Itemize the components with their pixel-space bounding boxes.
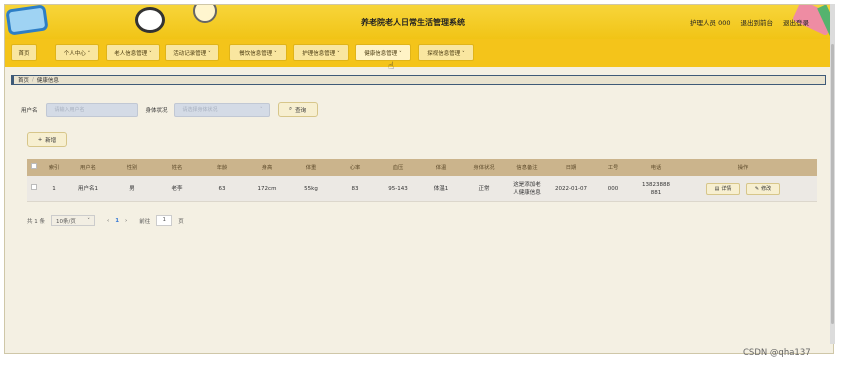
detail-button[interactable]: ▤ 详情 <box>706 182 740 195</box>
username-label: 用户名 <box>21 107 38 114</box>
query-label: 查询 <box>295 107 307 114</box>
table-cell: 172cm <box>257 185 277 192</box>
circle-decoration-icon <box>193 5 217 23</box>
header-actions: 护理人员 000 退出到前台 退出登录 <box>690 17 809 27</box>
tablet-decoration-icon <box>5 5 49 36</box>
pagination: 共 1 条 10条/页 ˅ ‹ 1 › 前往 1 页 <box>27 215 184 226</box>
col-header: 身体状况 <box>473 164 495 171</box>
search-icon: ⌕ <box>288 106 293 112</box>
username-placeholder: 请输入用户名 <box>54 107 85 113</box>
edit-button[interactable]: ✎ 修改 <box>746 182 780 195</box>
col-header: 日期 <box>565 164 577 171</box>
health-status-select[interactable]: 请选择身体状况 ˅ <box>173 102 270 117</box>
row-actions: ▤ 详情 ✎ 修改 <box>679 182 807 195</box>
col-header: 性别 <box>126 164 138 171</box>
table-cell: 这是添加老人健康信息 <box>513 181 541 196</box>
table-row: 1 用户名1 男 老李 63 172cm 55kg 83 95-143 体温1 … <box>27 176 817 202</box>
total-count: 共 1 条 <box>27 218 45 225</box>
nav-health-info[interactable]: 健康信息管理 ˅ <box>355 44 411 61</box>
health-info-table: 索引 用户名 性别 姓名 年龄 身高 体重 心率 血压 体温 身体状况 信息备注… <box>27 159 817 202</box>
col-header: 索引 <box>48 164 60 171</box>
col-header: 年龄 <box>216 164 228 171</box>
table-cell: 体温1 <box>433 185 449 192</box>
table-cell: 13823888881 <box>642 181 670 196</box>
egg-decoration-icon <box>135 7 165 33</box>
chevron-down-icon: ˅ <box>87 217 90 224</box>
health-status-label: 身体状况 <box>145 107 168 114</box>
detail-label: 详情 <box>721 185 732 192</box>
next-page-button[interactable]: › <box>125 218 127 224</box>
vertical-scrollbar[interactable] <box>830 4 835 344</box>
table-cell: 用户名1 <box>78 185 98 192</box>
col-header: 身高 <box>261 164 273 171</box>
col-header: 工号 <box>607 164 619 171</box>
edit-label: 修改 <box>761 185 772 192</box>
breadcrumb-separator: / <box>32 77 34 83</box>
col-header: 体温 <box>435 164 447 171</box>
table-header: 索引 用户名 性别 姓名 年龄 身高 体重 心率 血压 体温 身体状况 信息备注… <box>27 159 817 176</box>
table-cell: 63 <box>218 185 226 192</box>
watermark: CSDN @qha137 <box>743 348 811 358</box>
chevron-down-icon: ˅ <box>260 106 263 113</box>
page-number-current[interactable]: 1 <box>115 218 119 224</box>
table-cell: 000 <box>607 185 619 192</box>
nav-activity-records[interactable]: 活动记录管理 ˅ <box>165 44 219 61</box>
list-icon: ▤ <box>714 185 720 192</box>
col-header: 操作 <box>737 164 749 171</box>
col-header: 用户名 <box>80 164 96 171</box>
health-status-placeholder: 请选择身体状况 <box>182 107 218 113</box>
select-all-cell <box>27 163 41 172</box>
goto-label: 前往 <box>139 218 151 225</box>
col-header: 心率 <box>349 164 361 171</box>
nav-care-info[interactable]: 护理信息管理 ˅ <box>293 44 349 61</box>
table-cell: 95-143 <box>388 185 408 192</box>
pencil-icon: ✎ <box>754 185 760 192</box>
scrollbar-thumb[interactable] <box>831 44 834 324</box>
add-button[interactable]: + 新增 <box>27 132 67 147</box>
nav-elder-info[interactable]: 老人信息管理 ˅ <box>106 44 160 61</box>
add-label: 新增 <box>45 137 57 144</box>
username-input[interactable]: 请输入用户名 <box>45 102 138 117</box>
current-user[interactable]: 护理人员 000 <box>690 17 730 27</box>
breadcrumb-home[interactable]: 首页 <box>18 76 29 84</box>
table-cell: 55kg <box>304 185 318 192</box>
table-cell: 83 <box>351 185 359 192</box>
goto-page-input[interactable]: 1 <box>156 215 173 226</box>
app-title: 养老院老人日常生活管理系统 <box>361 18 465 27</box>
col-header: 血压 <box>392 164 404 171</box>
row-select-cell <box>27 184 41 193</box>
nav-personal-center[interactable]: 个人中心 ˅ <box>55 44 99 61</box>
hand-cursor-icon: ☝ <box>388 61 395 72</box>
row-checkbox[interactable] <box>31 184 37 190</box>
col-header: 姓名 <box>171 164 183 171</box>
nav-visit-info[interactable]: 探视信息管理 ˅ <box>418 44 474 61</box>
breadcrumb: 首页 / 健康信息 <box>11 75 826 85</box>
prev-page-button[interactable]: ‹ <box>107 218 109 224</box>
header: 养老院老人日常生活管理系统 护理人员 000 退出到前台 退出登录 <box>5 5 833 39</box>
top-navbar: 首页 个人中心 ˅ 老人信息管理 ˅ 活动记录管理 ˅ 餐饮信息管理 ˅ 护理信… <box>5 39 833 67</box>
page-size-select[interactable]: 10条/页 ˅ <box>51 215 95 226</box>
search-bar: 用户名 请输入用户名 身体状况 请选择身体状况 ˅ ⌕ 查询 <box>21 102 318 117</box>
breadcrumb-current: 健康信息 <box>36 78 59 84</box>
select-all-checkbox[interactable] <box>31 163 37 169</box>
table-cell: 2022-01-07 <box>555 185 587 192</box>
page-suffix: 页 <box>178 218 184 225</box>
table-cell: 1 <box>52 185 56 192</box>
nav-home[interactable]: 首页 <box>11 44 37 61</box>
app-window: 养老院老人日常生活管理系统 护理人员 000 退出到前台 退出登录 首页 个人中… <box>4 4 834 354</box>
table-cell: 老李 <box>171 185 183 192</box>
plus-icon: + <box>37 136 43 143</box>
col-header: 信息备注 <box>516 164 538 171</box>
query-button[interactable]: ⌕ 查询 <box>277 102 318 117</box>
logout-link[interactable]: 退出登录 <box>783 17 809 27</box>
table-cell: 正常 <box>478 185 490 192</box>
table-cell: 男 <box>129 185 135 192</box>
col-header: 体重 <box>305 164 317 171</box>
back-to-front-link[interactable]: 退出到前台 <box>741 17 774 27</box>
nav-meal-info[interactable]: 餐饮信息管理 ˅ <box>229 44 287 61</box>
col-header: 电话 <box>650 164 662 171</box>
page-size-value: 10条/页 <box>56 218 76 225</box>
